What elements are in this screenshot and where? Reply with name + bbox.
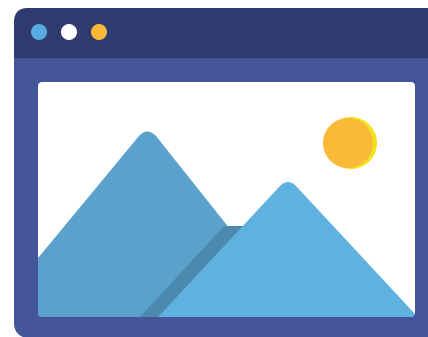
window-svg — [14, 8, 428, 337]
yellow-dot-button[interactable] — [91, 24, 107, 40]
blue-dot-button[interactable] — [31, 24, 47, 40]
sun-icon — [323, 118, 373, 168]
image-window-illustration — [0, 0, 428, 337]
white-dot-button[interactable] — [61, 24, 77, 40]
